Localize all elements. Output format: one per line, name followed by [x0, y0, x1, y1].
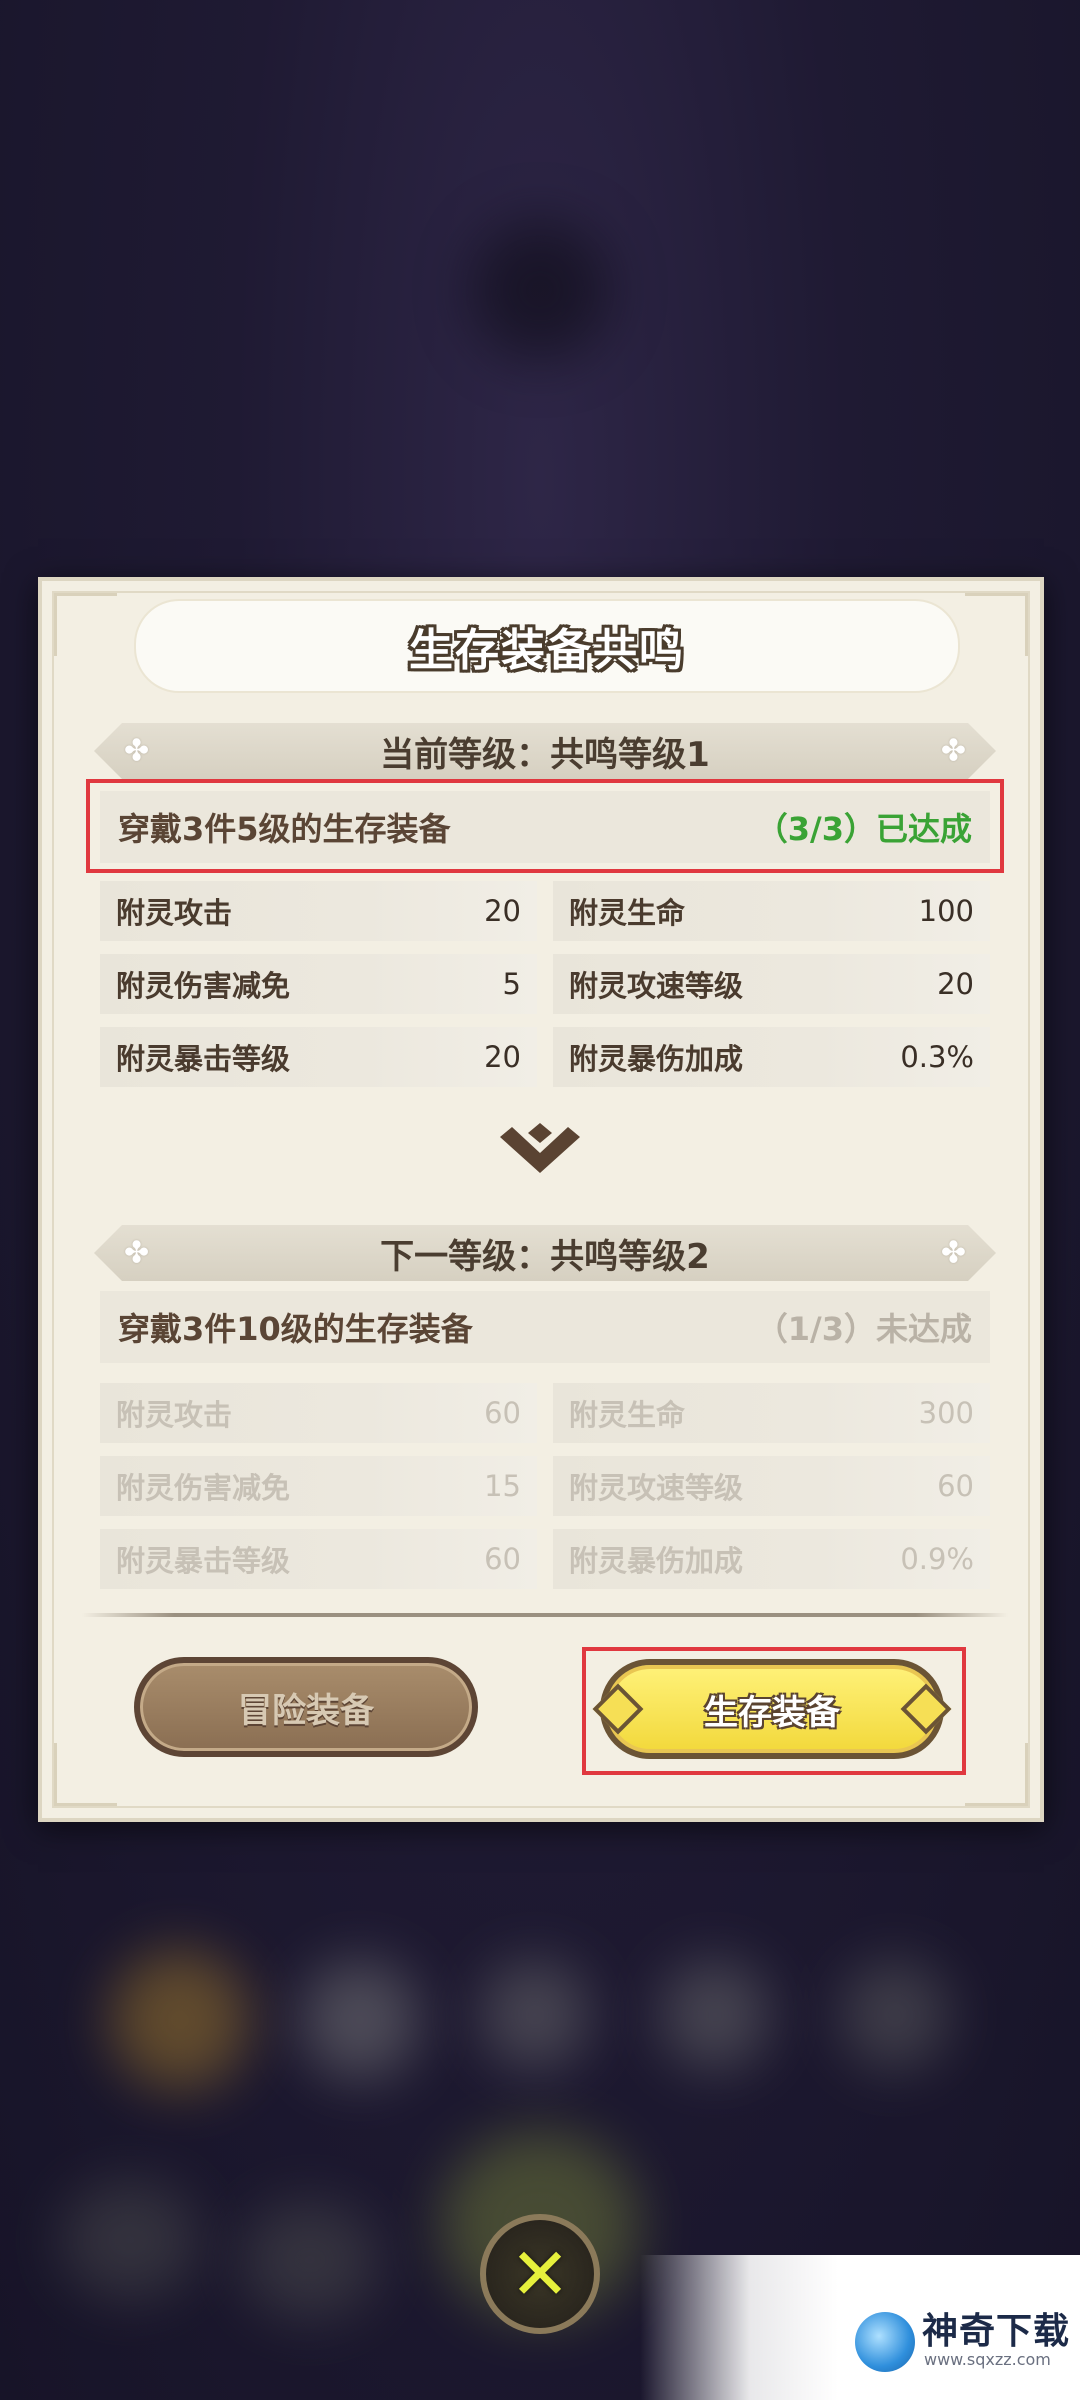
fleur-ornament-icon: ✤	[124, 733, 150, 769]
stat-cell: 附灵攻速等级 20	[553, 954, 990, 1014]
title-plate: 生存装备共鸣	[134, 599, 960, 693]
stat-value: 100	[918, 894, 974, 928]
stat-cell: 附灵伤害减免 15	[100, 1456, 537, 1516]
stat-cell: 附灵攻速等级 60	[553, 1456, 990, 1516]
adventure-equipment-button[interactable]: 冒险装备	[134, 1657, 478, 1757]
survival-equipment-button[interactable]: 生存装备	[592, 1659, 952, 1759]
stat-name: 附灵攻击	[116, 896, 233, 930]
close-button[interactable]: ✕	[480, 2214, 600, 2334]
fleur-ornament-icon: ✤	[124, 1235, 150, 1271]
next-level-header: 下一等级：共鸣等级2	[380, 1236, 710, 1277]
next-progress-status: （1/3）未达成	[755, 1310, 972, 1348]
stat-cell: 附灵伤害减免 5	[100, 954, 537, 1014]
stat-value: 60	[484, 1542, 521, 1576]
next-requirement-label: 穿戴3件10级的生存装备	[118, 1310, 473, 1348]
stat-cell: 附灵暴击等级 20	[100, 1027, 537, 1087]
next-level-banner: ✤ 下一等级：共鸣等级2 ✤	[94, 1225, 996, 1281]
stat-value: 5	[502, 967, 521, 1001]
frame-corner-ornament	[54, 1743, 117, 1806]
stat-cell: 附灵暴伤加成 0.9%	[553, 1529, 990, 1589]
current-level-banner: ✤ 当前等级：共鸣等级1 ✤	[94, 723, 996, 779]
current-progress-status: （3/3）已达成	[755, 810, 972, 848]
stat-name: 附灵伤害减免	[116, 1471, 291, 1505]
current-requirement-label: 穿戴3件5级的生存装备	[118, 810, 451, 848]
stat-value: 0.9%	[900, 1542, 974, 1576]
fleur-ornament-icon: ✤	[940, 1235, 966, 1271]
stat-cell: 附灵暴击等级 60	[100, 1529, 537, 1589]
stat-cell: 附灵暴伤加成 0.3%	[553, 1027, 990, 1087]
stat-cell: 附灵攻击 60	[100, 1383, 537, 1443]
stat-name: 附灵暴伤加成	[569, 1042, 744, 1076]
stat-name: 附灵攻速等级	[569, 1471, 744, 1505]
stat-value: 60	[484, 1396, 521, 1430]
brand-logo-icon	[855, 2312, 915, 2372]
stat-cell: 附灵生命 300	[553, 1383, 990, 1443]
stat-value: 15	[484, 1469, 521, 1503]
dialog-title: 生存装备共鸣	[409, 625, 685, 676]
stat-name: 附灵攻速等级	[569, 969, 744, 1003]
stat-name: 附灵暴击等级	[116, 1544, 291, 1578]
frame-corner-ornament	[54, 593, 117, 656]
stat-value: 0.3%	[900, 1040, 974, 1074]
frame-corner-ornament	[965, 593, 1028, 656]
current-level-header: 当前等级：共鸣等级1	[380, 734, 710, 775]
diamond-ornament-icon	[900, 1683, 952, 1735]
close-icon: ✕	[509, 2232, 571, 2316]
resonance-dialog: 生存装备共鸣 ✤ 当前等级：共鸣等级1 ✤ 穿戴3件5级的生存装备 （3/3）已…	[38, 577, 1044, 1822]
stat-cell: 附灵攻击 20	[100, 881, 537, 941]
background-item-icon	[300, 1960, 420, 2080]
diamond-ornament-icon	[592, 1683, 644, 1735]
background-item-icon	[60, 2180, 200, 2300]
stat-name: 附灵生命	[569, 1398, 686, 1432]
stat-name: 附灵伤害减免	[116, 969, 291, 1003]
background-shadow	[470, 220, 610, 360]
stat-value: 20	[484, 894, 521, 928]
stat-cell: 附灵生命 100	[553, 881, 990, 941]
background-item-icon	[240, 2200, 380, 2320]
background-item-icon	[110, 1950, 250, 2090]
stat-name: 附灵生命	[569, 896, 686, 930]
background-item-icon	[660, 1960, 770, 2070]
stat-value: 20	[937, 967, 974, 1001]
survival-button-label: 生存装备	[704, 1692, 840, 1733]
stat-value: 300	[918, 1396, 974, 1430]
divider	[82, 1613, 1008, 1617]
next-requirement-row: 穿戴3件10级的生存装备 （1/3）未达成	[100, 1291, 990, 1363]
stat-name: 附灵暴击等级	[116, 1042, 291, 1076]
fleur-ornament-icon: ✤	[940, 733, 966, 769]
frame-corner-ornament	[965, 1743, 1028, 1806]
watermark-brand: 神奇下载	[922, 2311, 1071, 2352]
stat-value: 20	[484, 1040, 521, 1074]
chevron-down-icon	[500, 1123, 580, 1173]
background-item-icon	[840, 1960, 950, 2070]
stat-value: 60	[937, 1469, 974, 1503]
stat-name: 附灵攻击	[116, 1398, 233, 1432]
background-item-icon	[480, 1960, 590, 2070]
current-requirement-row: 穿戴3件5级的生存装备 （3/3）已达成	[100, 791, 990, 863]
watermark-url: www.sqxzz.com	[924, 2350, 1051, 2369]
stat-name: 附灵暴伤加成	[569, 1544, 744, 1578]
adventure-button-label: 冒险装备	[238, 1690, 374, 1731]
